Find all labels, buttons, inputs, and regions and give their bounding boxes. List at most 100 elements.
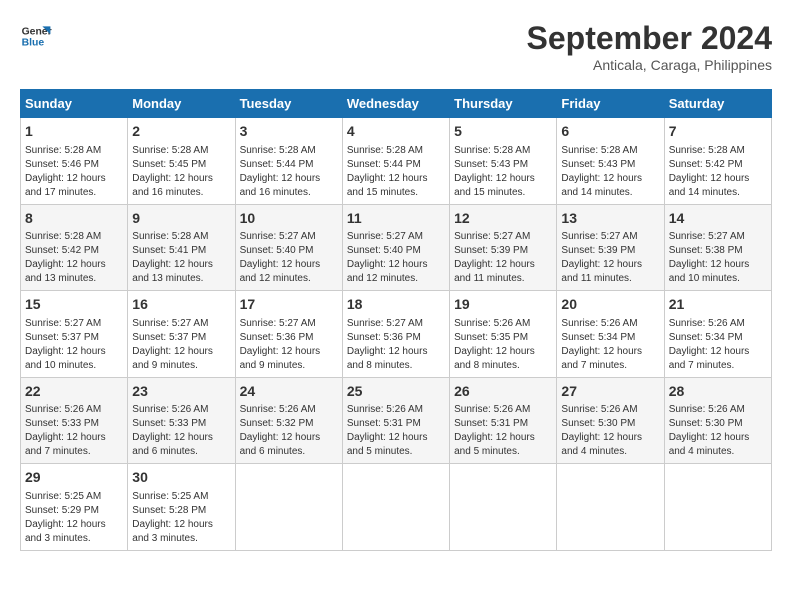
day-cell [342, 464, 449, 551]
day-cell: 29Sunrise: 5:25 AMSunset: 5:29 PMDayligh… [21, 464, 128, 551]
day-cell [235, 464, 342, 551]
day-number: 6 [561, 122, 659, 142]
day-cell: 10Sunrise: 5:27 AMSunset: 5:40 PMDayligh… [235, 204, 342, 291]
calendar-table: SundayMondayTuesdayWednesdayThursdayFrid… [20, 89, 772, 551]
day-cell: 9Sunrise: 5:28 AMSunset: 5:41 PMDaylight… [128, 204, 235, 291]
day-cell: 2Sunrise: 5:28 AMSunset: 5:45 PMDaylight… [128, 118, 235, 205]
day-info: Sunrise: 5:28 AMSunset: 5:42 PMDaylight:… [669, 144, 767, 200]
day-number: 3 [240, 122, 338, 142]
day-info: Sunrise: 5:28 AMSunset: 5:45 PMDaylight:… [132, 144, 230, 200]
day-number: 10 [240, 209, 338, 229]
day-number: 23 [132, 382, 230, 402]
day-cell: 7Sunrise: 5:28 AMSunset: 5:42 PMDaylight… [664, 118, 771, 205]
day-info: Sunrise: 5:26 AMSunset: 5:30 PMDaylight:… [669, 403, 767, 459]
day-info: Sunrise: 5:27 AMSunset: 5:40 PMDaylight:… [347, 230, 445, 286]
day-cell: 11Sunrise: 5:27 AMSunset: 5:40 PMDayligh… [342, 204, 449, 291]
day-cell: 24Sunrise: 5:26 AMSunset: 5:32 PMDayligh… [235, 377, 342, 464]
col-header-friday: Friday [557, 90, 664, 118]
day-info: Sunrise: 5:26 AMSunset: 5:31 PMDaylight:… [347, 403, 445, 459]
day-cell: 23Sunrise: 5:26 AMSunset: 5:33 PMDayligh… [128, 377, 235, 464]
day-cell [450, 464, 557, 551]
day-cell: 21Sunrise: 5:26 AMSunset: 5:34 PMDayligh… [664, 291, 771, 378]
day-number: 9 [132, 209, 230, 229]
day-info: Sunrise: 5:28 AMSunset: 5:42 PMDaylight:… [25, 230, 123, 286]
day-cell: 28Sunrise: 5:26 AMSunset: 5:30 PMDayligh… [664, 377, 771, 464]
day-cell: 14Sunrise: 5:27 AMSunset: 5:38 PMDayligh… [664, 204, 771, 291]
week-row-4: 22 Sunrise: 5:26 AMSunset: 5:33 PMDayligh… [21, 377, 772, 464]
day-cell [664, 464, 771, 551]
day-info: Sunrise: 5:26 AMSunset: 5:34 PMDaylight:… [561, 317, 659, 373]
col-header-wednesday: Wednesday [342, 90, 449, 118]
day-cell: 13Sunrise: 5:27 AMSunset: 5:39 PMDayligh… [557, 204, 664, 291]
col-header-monday: Monday [128, 90, 235, 118]
day-cell: 8Sunrise: 5:28 AMSunset: 5:42 PMDaylight… [21, 204, 128, 291]
day-info: Sunrise: 5:27 AMSunset: 5:37 PMDaylight:… [25, 317, 123, 373]
day-number: 2 [132, 122, 230, 142]
day-cell: 5Sunrise: 5:28 AMSunset: 5:43 PMDaylight… [450, 118, 557, 205]
day-cell: 25Sunrise: 5:26 AMSunset: 5:31 PMDayligh… [342, 377, 449, 464]
day-number: 13 [561, 209, 659, 229]
day-cell: 26Sunrise: 5:26 AMSunset: 5:31 PMDayligh… [450, 377, 557, 464]
day-info: Sunrise: 5:26 AMSunset: 5:33 PMDaylight:… [132, 403, 230, 459]
day-number: 29 [25, 468, 123, 488]
day-number: 8 [25, 209, 123, 229]
day-info: Sunrise: 5:27 AMSunset: 5:38 PMDaylight:… [669, 230, 767, 286]
day-info: Sunrise: 5:27 AMSunset: 5:40 PMDaylight:… [240, 230, 338, 286]
day-info: Sunrise: 5:27 AMSunset: 5:36 PMDaylight:… [240, 317, 338, 373]
day-cell: 19Sunrise: 5:26 AMSunset: 5:35 PMDayligh… [450, 291, 557, 378]
day-info: Sunrise: 5:28 AMSunset: 5:41 PMDaylight:… [132, 230, 230, 286]
title-block: September 2024 Anticala, Caraga, Philipp… [527, 20, 772, 73]
day-number: 25 [347, 382, 445, 402]
day-cell: 6Sunrise: 5:28 AMSunset: 5:43 PMDaylight… [557, 118, 664, 205]
day-number: 28 [669, 382, 767, 402]
day-number: 16 [132, 295, 230, 315]
col-header-saturday: Saturday [664, 90, 771, 118]
day-number: 14 [669, 209, 767, 229]
day-info: Sunrise: 5:27 AMSunset: 5:39 PMDaylight:… [454, 230, 552, 286]
day-cell: 3Sunrise: 5:28 AMSunset: 5:44 PMDaylight… [235, 118, 342, 205]
day-number: 27 [561, 382, 659, 402]
week-row-2: 8Sunrise: 5:28 AMSunset: 5:42 PMDaylight… [21, 204, 772, 291]
day-cell [557, 464, 664, 551]
day-info: Sunrise: 5:25 AMSunset: 5:29 PMDaylight:… [25, 490, 123, 546]
day-cell: 30Sunrise: 5:25 AMSunset: 5:28 PMDayligh… [128, 464, 235, 551]
day-info: Sunrise: 5:27 AMSunset: 5:39 PMDaylight:… [561, 230, 659, 286]
month-title: September 2024 [527, 20, 772, 57]
day-number: 5 [454, 122, 552, 142]
week-row-5: 29Sunrise: 5:25 AMSunset: 5:29 PMDayligh… [21, 464, 772, 551]
page-header: General Blue September 2024 Anticala, Ca… [20, 20, 772, 73]
day-number: 4 [347, 122, 445, 142]
day-number: 11 [347, 209, 445, 229]
day-cell: 4Sunrise: 5:28 AMSunset: 5:44 PMDaylight… [342, 118, 449, 205]
day-cell: 20Sunrise: 5:26 AMSunset: 5:34 PMDayligh… [557, 291, 664, 378]
day-cell: 16Sunrise: 5:27 AMSunset: 5:37 PMDayligh… [128, 291, 235, 378]
day-number: 20 [561, 295, 659, 315]
day-info: Sunrise: 5:27 AMSunset: 5:37 PMDaylight:… [132, 317, 230, 373]
day-info: Sunrise: 5:26 AMSunset: 5:35 PMDaylight:… [454, 317, 552, 373]
day-info: Sunrise: 5:26 AMSunset: 5:31 PMDaylight:… [454, 403, 552, 459]
day-number: 17 [240, 295, 338, 315]
day-cell: 12Sunrise: 5:27 AMSunset: 5:39 PMDayligh… [450, 204, 557, 291]
column-headers: SundayMondayTuesdayWednesdayThursdayFrid… [21, 90, 772, 118]
col-header-tuesday: Tuesday [235, 90, 342, 118]
day-cell: 22Sunrise: 5:26 AMSunset: 5:33 PMDayligh… [21, 377, 128, 464]
logo: General Blue [20, 20, 52, 52]
day-number: 22 [25, 382, 123, 402]
day-number: 30 [132, 468, 230, 488]
day-info: Sunrise: 5:27 AMSunset: 5:36 PMDaylight:… [347, 317, 445, 373]
svg-text:Blue: Blue [22, 38, 45, 49]
day-info: Sunrise: 5:28 AMSunset: 5:43 PMDaylight:… [454, 144, 552, 200]
day-number: 7 [669, 122, 767, 142]
day-cell: 1Sunrise: 5:28 AMSunset: 5:46 PMDaylight… [21, 118, 128, 205]
day-cell: 27Sunrise: 5:26 AMSunset: 5:30 PMDayligh… [557, 377, 664, 464]
col-header-thursday: Thursday [450, 90, 557, 118]
day-info: Sunrise: 5:25 AMSunset: 5:28 PMDaylight:… [132, 490, 230, 546]
day-number: 24 [240, 382, 338, 402]
day-number: 21 [669, 295, 767, 315]
day-info: Sunrise: 5:26 AMSunset: 5:30 PMDaylight:… [561, 403, 659, 459]
day-info: Sunrise: 5:26 AMSunset: 5:34 PMDaylight:… [669, 317, 767, 373]
col-header-sunday: Sunday [21, 90, 128, 118]
day-info: Sunrise: 5:26 AMSunset: 5:32 PMDaylight:… [240, 403, 338, 459]
week-row-3: 15Sunrise: 5:27 AMSunset: 5:37 PMDayligh… [21, 291, 772, 378]
day-number: 18 [347, 295, 445, 315]
